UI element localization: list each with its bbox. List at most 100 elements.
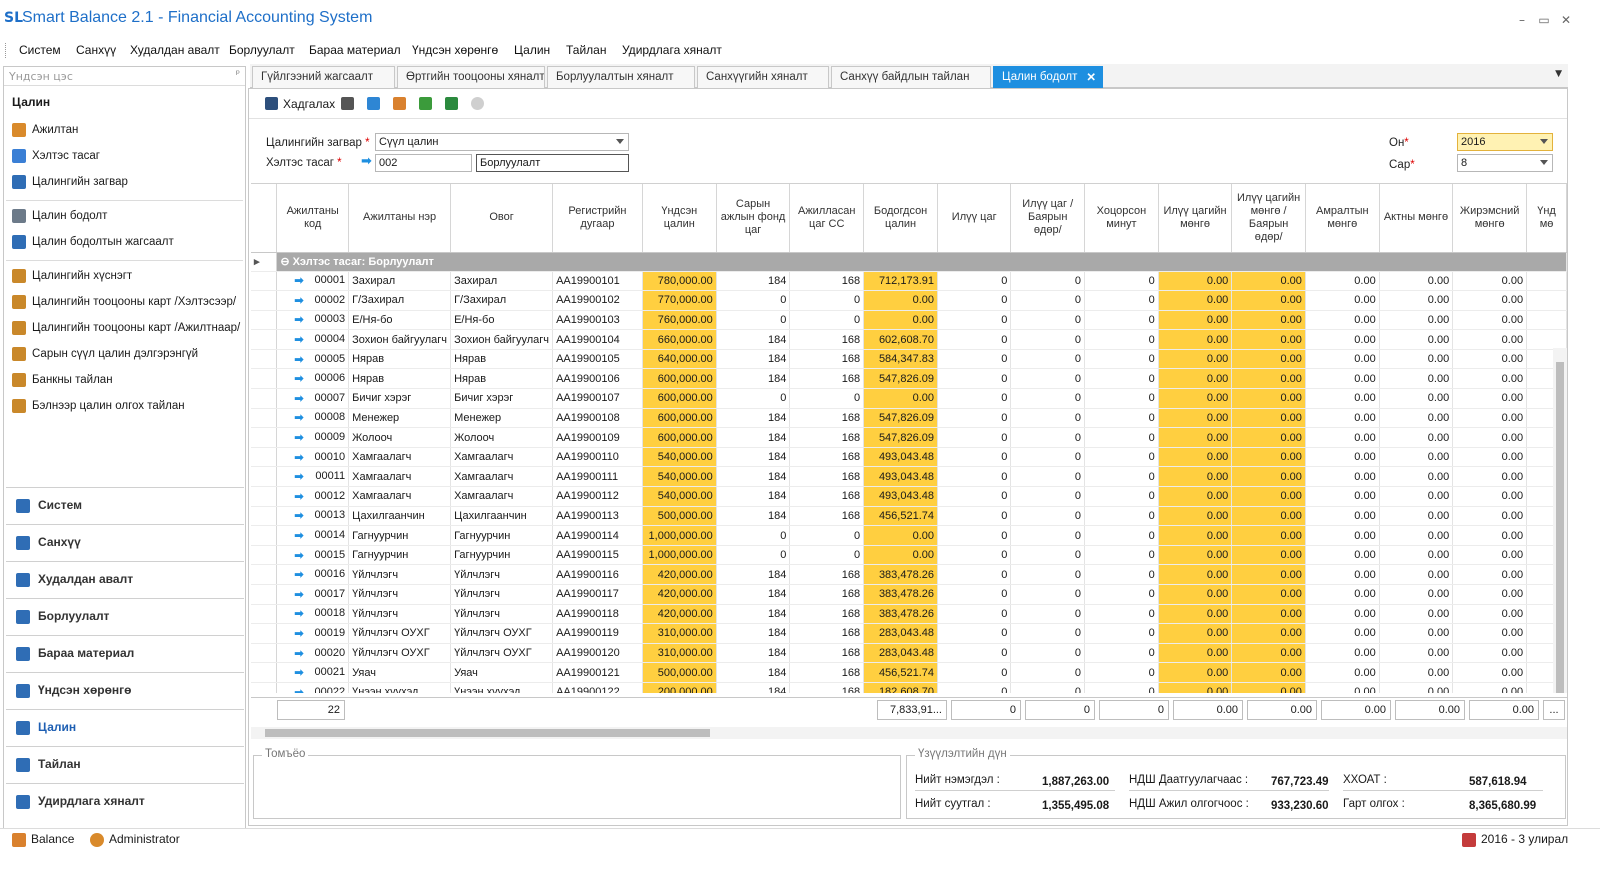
tab-transaction-list[interactable]: Гүйлгээний жагсаалт: [252, 66, 395, 88]
table-cell[interactable]: 0: [1010, 525, 1086, 546]
close-button[interactable]: ✕: [1556, 10, 1576, 30]
table-cell[interactable]: 0.00: [1305, 368, 1380, 390]
table-cell[interactable]: 600,000.00: [642, 388, 717, 409]
table-cell[interactable]: 0: [789, 310, 865, 331]
table-cell[interactable]: 0.00: [1231, 271, 1306, 292]
table-cell[interactable]: Хамгаалагч: [348, 447, 452, 468]
table-cell[interactable]: 0: [1084, 329, 1159, 350]
table-cell[interactable]: АА19900112: [552, 486, 643, 507]
table-cell[interactable]: 0.00: [863, 290, 938, 311]
table-cell[interactable]: 184: [716, 584, 791, 605]
calculate-icon[interactable]: [393, 97, 406, 110]
row-indicator[interactable]: [251, 368, 278, 390]
table-cell[interactable]: 0.00: [1379, 584, 1454, 605]
column-header[interactable]: Сарын ажлын фонд цаг: [716, 184, 791, 253]
restore-button[interactable]: ▭: [1534, 10, 1554, 30]
table-cell[interactable]: 0.00: [1231, 408, 1306, 429]
table-cell[interactable]: 420,000.00: [642, 564, 717, 585]
table-cell[interactable]: 0: [1010, 349, 1086, 370]
table-cell[interactable]: 168: [789, 662, 865, 683]
table-cell[interactable]: 0: [937, 682, 1012, 693]
employee-code-cell[interactable]: ➡ 00001: [276, 271, 350, 292]
nav-fixed-assets[interactable]: Үндсэн хөрөнгө: [6, 672, 244, 708]
table-cell[interactable]: Нярав: [450, 368, 554, 390]
employee-code-cell[interactable]: ➡ 00009: [276, 427, 350, 448]
employee-code-cell[interactable]: ➡ 00002: [276, 290, 350, 311]
table-cell[interactable]: 0.00: [1158, 310, 1233, 331]
horizontal-scroll-thumb[interactable]: [265, 729, 710, 737]
table-cell[interactable]: 0: [1010, 545, 1086, 566]
table-cell[interactable]: 0: [716, 545, 791, 566]
table-cell[interactable]: 0.00: [1452, 466, 1528, 488]
table-cell[interactable]: 168: [789, 466, 865, 488]
table-cell[interactable]: 184: [716, 662, 791, 683]
table-cell[interactable]: Уяач: [348, 662, 452, 683]
employee-code-cell[interactable]: ➡ 00017: [276, 584, 350, 605]
import-excel-icon[interactable]: [445, 97, 458, 110]
table-cell[interactable]: 0.00: [1379, 662, 1454, 683]
table-cell[interactable]: Бичиг хэрэг: [348, 388, 452, 409]
table-cell[interactable]: 0: [1010, 662, 1086, 683]
table-cell[interactable]: 0.00: [1158, 388, 1233, 409]
table-cell[interactable]: 640,000.00: [642, 349, 717, 370]
table-cell[interactable]: 0: [937, 349, 1012, 370]
table-cell[interactable]: 0.00: [1305, 643, 1380, 664]
table-row[interactable]: ➡ 00009 Жолооч Жолооч АА19900109 600,000.00 18…: [251, 427, 1567, 448]
table-row[interactable]: ➡ 00001 Захирал Захирал АА19900101 780,000.00…: [251, 271, 1567, 292]
table-cell[interactable]: 0: [1010, 310, 1086, 331]
table-cell[interactable]: 1,000,000.00: [642, 545, 717, 566]
table-cell[interactable]: 0: [937, 584, 1012, 605]
table-cell[interactable]: Уяач: [450, 662, 554, 683]
table-cell[interactable]: 184: [716, 329, 791, 350]
table-cell[interactable]: 0.00: [1305, 525, 1380, 546]
table-cell[interactable]: 184: [716, 486, 791, 507]
table-cell[interactable]: 383,478.26: [863, 604, 938, 625]
table-cell[interactable]: 420,000.00: [642, 604, 717, 625]
table-cell[interactable]: 0: [1084, 564, 1159, 585]
table-cell[interactable]: АА19900118: [552, 604, 643, 625]
table-cell[interactable]: 712,173.91: [863, 271, 938, 292]
sidebar-item-salary-template[interactable]: Цалингийн загвар: [12, 175, 242, 197]
table-cell[interactable]: 0: [716, 290, 791, 311]
table-cell[interactable]: 0.00: [1158, 584, 1233, 605]
table-cell[interactable]: 0: [1084, 623, 1159, 644]
menu-report[interactable]: Тайлан: [566, 43, 606, 57]
table-row[interactable]: ➡ 00004 Зохион байгуулагч Зохион байгуулагч…: [251, 329, 1567, 350]
table-cell[interactable]: 0: [937, 525, 1012, 546]
menu-purchase[interactable]: Худалдан авалт: [130, 43, 220, 57]
table-cell[interactable]: Е/Ня-бо: [348, 310, 452, 331]
column-header[interactable]: Амралтын мөнгө: [1305, 184, 1380, 253]
table-cell[interactable]: АА19900107: [552, 388, 643, 409]
table-cell[interactable]: 0.00: [1452, 525, 1528, 546]
table-cell[interactable]: 184: [716, 604, 791, 625]
refresh-icon[interactable]: [367, 97, 380, 110]
sidebar-item-salary-calculation[interactable]: Цалин бодолт: [12, 209, 242, 231]
table-cell[interactable]: 0: [1010, 329, 1086, 350]
table-cell[interactable]: 310,000.00: [642, 623, 717, 644]
table-cell[interactable]: 283,043.48: [863, 623, 938, 644]
table-cell[interactable]: 200,000.00: [642, 682, 717, 693]
columns-icon[interactable]: [341, 97, 354, 110]
row-indicator[interactable]: [251, 408, 278, 429]
employee-code-cell[interactable]: ➡ 00021: [276, 662, 350, 683]
table-cell[interactable]: 0: [937, 604, 1012, 625]
table-cell[interactable]: 168: [789, 604, 865, 625]
table-cell[interactable]: Үйлчлэгч: [450, 564, 554, 585]
nav-report[interactable]: Тайлан: [6, 746, 244, 782]
table-cell[interactable]: 0.00: [1452, 623, 1528, 644]
employee-code-cell[interactable]: ➡ 00022: [276, 682, 350, 693]
sidebar-item-department[interactable]: Хэлтэс тасаг: [12, 149, 242, 171]
column-header[interactable]: Үнд мө: [1526, 184, 1567, 253]
table-row[interactable]: ➡ 00022 Үнээн хүүхэд Үнээн хүүхэд АА19900122…: [251, 682, 1567, 693]
row-indicator[interactable]: [251, 682, 278, 693]
export-excel-icon[interactable]: [419, 97, 432, 110]
table-cell[interactable]: Зохион байгуулагч: [450, 329, 554, 350]
table-cell[interactable]: Үйлчлэгч: [450, 584, 554, 605]
row-indicator[interactable]: [251, 427, 278, 448]
sidebar-item-cash-report[interactable]: Бэлнээр цалин олгох тайлан: [12, 399, 242, 421]
table-cell[interactable]: Гагнуурчин: [450, 545, 554, 566]
table-cell[interactable]: 0.00: [863, 310, 938, 331]
year-select[interactable]: 2016: [1457, 133, 1553, 151]
employee-code-cell[interactable]: ➡ 00013: [276, 506, 350, 527]
column-header[interactable]: Овог: [450, 184, 554, 253]
